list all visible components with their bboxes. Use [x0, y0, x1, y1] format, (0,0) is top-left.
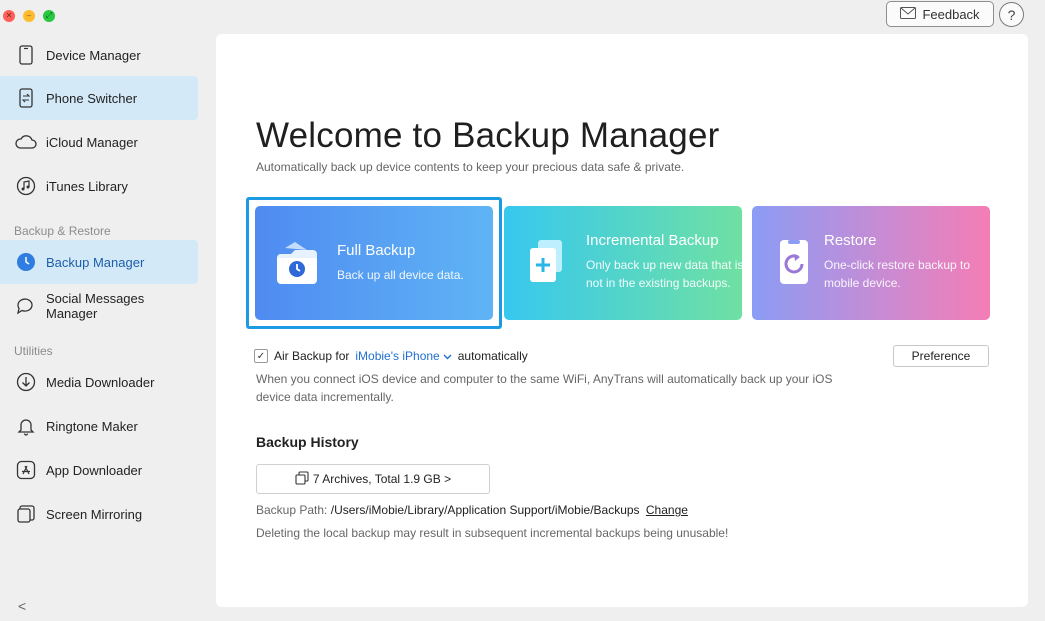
help-button[interactable]: ?	[999, 2, 1024, 27]
incremental-backup-card[interactable]: Incremental Backup Only back up new data…	[504, 206, 743, 320]
zoom-window-button[interactable]: ⤢	[43, 10, 55, 22]
restore-description: One-click restore backup to mobile devic…	[824, 258, 971, 290]
sidebar-item-label: Social Messages Manager	[46, 291, 145, 321]
page-title: Welcome to Backup Manager	[256, 116, 720, 155]
sidebar-item-screen-mirroring[interactable]: Screen Mirroring	[0, 492, 198, 536]
backup-path-value: /Users/iMobie/Library/Application Suppor…	[330, 503, 640, 517]
archives-label: 7 Archives, Total 1.9 GB >	[312, 472, 452, 486]
restore-title: Restore	[824, 232, 877, 249]
app-store-icon	[15, 459, 37, 481]
sidebar-item-itunes-library[interactable]: iTunes Library	[0, 164, 198, 208]
device-name: iMobie's iPhone	[355, 349, 440, 363]
device-selector[interactable]: iMobie's iPhone	[355, 349, 452, 363]
full-backup-card[interactable]: Full Backup Back up all device data.	[255, 206, 493, 320]
backup-clock-icon	[15, 251, 37, 273]
music-icon	[15, 175, 37, 197]
full-backup-icon	[275, 238, 319, 286]
sidebar-item-label: Phone Switcher	[46, 90, 138, 106]
minimize-window-button[interactable]: –	[23, 10, 35, 22]
window-controls: ✕ – ⤢	[3, 10, 55, 22]
sidebar-item-label: iTunes Library	[46, 178, 128, 194]
chevron-down-icon	[443, 349, 452, 363]
bell-icon	[15, 415, 37, 437]
full-backup-description: Back up all device data.	[337, 268, 464, 282]
collapse-sidebar-button[interactable]: <	[18, 598, 26, 614]
air-backup-row: ✓ Air Backup for iMobie's iPhone automat…	[254, 349, 528, 363]
preference-button[interactable]: Preference	[893, 345, 989, 367]
section-header-backup-restore: Backup & Restore	[14, 224, 111, 238]
mail-icon	[900, 6, 917, 22]
screen-mirror-icon	[15, 503, 37, 525]
backup-path-row: Backup Path: /Users/iMobie/Library/Appli…	[256, 503, 688, 517]
backup-path-label: Backup Path:	[256, 503, 328, 517]
sidebar-item-device-manager[interactable]: Device Manager	[0, 33, 198, 77]
main-panel: Welcome to Backup Manager Automatically …	[216, 34, 1028, 607]
restore-card[interactable]: Restore One-click restore backup to mobi…	[752, 206, 990, 320]
backup-warning: Deleting the local backup may result in …	[256, 526, 729, 540]
sidebar-item-icloud-manager[interactable]: iCloud Manager	[0, 120, 198, 164]
sidebar-item-social-messages-manager[interactable]: Social Messages Manager	[0, 284, 198, 328]
change-path-link[interactable]: Change	[646, 503, 688, 517]
restore-icon	[772, 238, 816, 286]
page-subtitle: Automatically back up device contents to…	[256, 160, 685, 174]
air-backup-prefix: Air Backup for	[274, 349, 350, 363]
sidebar-item-ringtone-maker[interactable]: Ringtone Maker	[0, 404, 198, 448]
sidebar-item-label: Backup Manager	[46, 254, 145, 270]
phone-switch-icon	[15, 87, 37, 109]
sidebar-item-backup-manager[interactable]: Backup Manager	[0, 240, 198, 284]
sidebar-item-phone-switcher[interactable]: Phone Switcher	[0, 76, 198, 120]
cloud-icon	[15, 131, 37, 153]
download-icon	[15, 371, 37, 393]
sidebar-item-label: Ringtone Maker	[46, 418, 138, 434]
close-window-button[interactable]: ✕	[3, 10, 15, 22]
air-backup-suffix: automatically	[457, 349, 528, 363]
sidebar-item-label: Screen Mirroring	[46, 506, 143, 522]
full-backup-title: Full Backup	[337, 242, 416, 259]
sidebar-item-label: iCloud Manager	[46, 134, 138, 150]
feedback-button[interactable]: Feedback	[886, 1, 994, 27]
incremental-backup-title: Incremental Backup	[586, 232, 719, 249]
sidebar-item-label: Device Manager	[46, 47, 141, 63]
incremental-backup-icon	[524, 238, 568, 286]
section-header-utilities: Utilities	[14, 344, 53, 358]
air-backup-description: When you connect iOS device and computer…	[256, 372, 833, 404]
sidebar-item-app-downloader[interactable]: App Downloader	[0, 448, 198, 492]
sidebar-item-label: App Downloader	[46, 462, 143, 478]
phone-icon	[15, 44, 37, 66]
feedback-label: Feedback	[922, 6, 980, 22]
incremental-backup-description: Only back up new data that is not in the…	[586, 258, 744, 290]
chat-icon	[15, 295, 37, 317]
backup-history-title: Backup History	[256, 434, 359, 450]
air-backup-checkbox[interactable]: ✓	[254, 349, 268, 363]
sidebar-item-media-downloader[interactable]: Media Downloader	[0, 360, 198, 404]
archive-stack-icon	[295, 470, 309, 488]
sidebar-item-label: Media Downloader	[46, 374, 155, 390]
archives-button[interactable]: 7 Archives, Total 1.9 GB >	[256, 464, 490, 494]
